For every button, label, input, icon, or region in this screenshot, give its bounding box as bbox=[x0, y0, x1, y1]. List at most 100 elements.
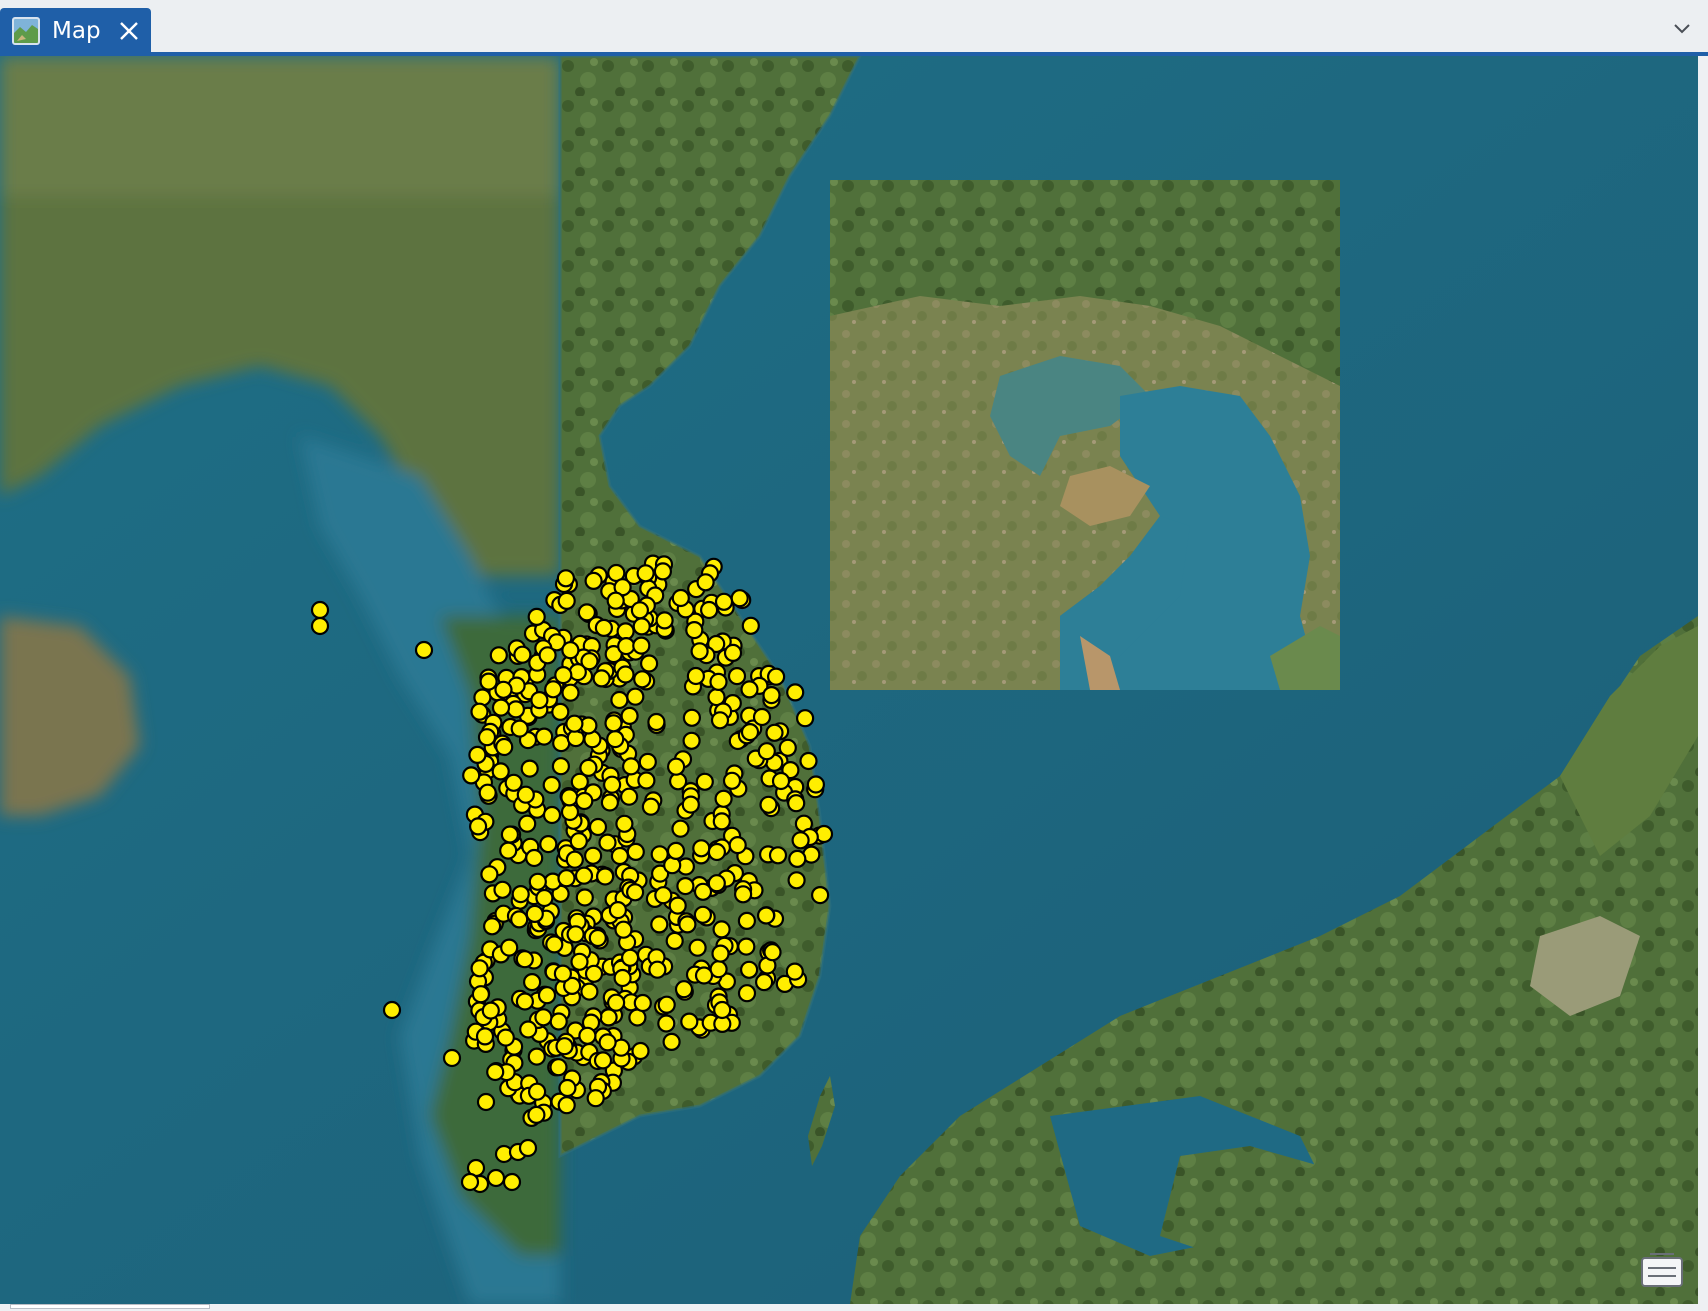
point-marker[interactable] bbox=[499, 841, 518, 860]
point-marker[interactable] bbox=[740, 680, 759, 699]
point-marker[interactable] bbox=[544, 680, 563, 699]
point-marker[interactable] bbox=[495, 737, 514, 757]
point-marker[interactable] bbox=[723, 643, 743, 663]
point-marker[interactable] bbox=[549, 1012, 568, 1031]
point-marker[interactable] bbox=[519, 1020, 538, 1039]
point-marker[interactable] bbox=[713, 1000, 732, 1020]
point-marker[interactable] bbox=[788, 849, 807, 869]
point-marker[interactable] bbox=[730, 589, 749, 608]
point-marker[interactable] bbox=[638, 752, 657, 772]
point-marker[interactable] bbox=[737, 911, 757, 931]
point-marker[interactable] bbox=[613, 968, 632, 988]
point-marker[interactable] bbox=[786, 683, 805, 702]
point-marker[interactable] bbox=[565, 714, 584, 733]
point-marker[interactable] bbox=[714, 789, 733, 808]
point-marker[interactable] bbox=[766, 667, 786, 686]
point-marker[interactable] bbox=[739, 960, 759, 979]
point-marker[interactable] bbox=[575, 888, 594, 907]
point-marker[interactable] bbox=[579, 758, 598, 778]
point-marker[interactable] bbox=[527, 1082, 547, 1101]
point-marker[interactable] bbox=[695, 772, 714, 791]
point-marker[interactable] bbox=[787, 794, 806, 813]
point-marker[interactable] bbox=[712, 812, 731, 831]
point-marker[interactable] bbox=[518, 814, 537, 833]
point-marker[interactable] bbox=[671, 588, 690, 608]
point-marker[interactable] bbox=[722, 771, 742, 790]
point-marker[interactable] bbox=[502, 1172, 522, 1192]
point-marker[interactable] bbox=[557, 1096, 576, 1115]
point-marker[interactable] bbox=[606, 729, 625, 749]
point-marker[interactable] bbox=[637, 771, 656, 790]
point-marker[interactable] bbox=[617, 636, 636, 656]
point-marker[interactable] bbox=[710, 711, 730, 730]
point-marker[interactable] bbox=[685, 620, 704, 640]
point-marker[interactable] bbox=[542, 805, 562, 825]
point-marker[interactable] bbox=[554, 665, 573, 685]
point-marker[interactable] bbox=[688, 938, 707, 957]
point-marker[interactable] bbox=[668, 896, 687, 915]
point-marker[interactable] bbox=[494, 680, 513, 699]
map-view[interactable] bbox=[0, 56, 1698, 1304]
point-marker[interactable] bbox=[610, 846, 630, 866]
point-marker[interactable] bbox=[382, 1000, 402, 1020]
point-marker[interactable] bbox=[620, 706, 639, 726]
point-marker[interactable] bbox=[506, 700, 526, 719]
point-marker[interactable] bbox=[692, 839, 711, 858]
point-marker[interactable] bbox=[765, 723, 784, 742]
point-marker[interactable] bbox=[442, 1048, 462, 1068]
point-marker[interactable] bbox=[539, 834, 558, 854]
point-marker[interactable] bbox=[754, 972, 774, 992]
point-marker[interactable] bbox=[535, 888, 554, 908]
point-marker[interactable] bbox=[696, 573, 715, 592]
point-marker[interactable] bbox=[632, 617, 651, 636]
point-marker[interactable] bbox=[654, 886, 673, 905]
point-marker[interactable] bbox=[549, 1058, 568, 1077]
point-marker[interactable] bbox=[762, 685, 781, 705]
horizontal-scroll-thumb[interactable] bbox=[10, 1304, 210, 1309]
point-marker[interactable] bbox=[310, 600, 330, 620]
point-marker[interactable] bbox=[545, 935, 564, 954]
point-marker[interactable] bbox=[527, 1105, 546, 1125]
point-marker[interactable] bbox=[515, 950, 534, 969]
point-marker[interactable] bbox=[682, 731, 701, 750]
point-marker[interactable] bbox=[557, 591, 576, 611]
point-marker[interactable] bbox=[486, 1168, 506, 1188]
point-marker[interactable] bbox=[527, 607, 546, 627]
point-marker[interactable] bbox=[555, 1037, 574, 1056]
point-marker[interactable] bbox=[510, 719, 529, 738]
point-marker[interactable] bbox=[516, 785, 535, 804]
basemap-gallery-icon[interactable] bbox=[1640, 1250, 1684, 1290]
point-marker[interactable] bbox=[686, 666, 706, 686]
tab-map[interactable]: Map bbox=[0, 8, 151, 54]
point-marker[interactable] bbox=[310, 616, 330, 636]
point-marker[interactable] bbox=[610, 690, 629, 710]
point-marker[interactable] bbox=[537, 986, 557, 1005]
point-marker[interactable] bbox=[674, 980, 694, 999]
point-marker[interactable] bbox=[681, 795, 700, 814]
point-marker[interactable] bbox=[626, 842, 645, 862]
point-marker[interactable] bbox=[528, 872, 547, 891]
point-marker[interactable] bbox=[759, 795, 778, 814]
point-marker[interactable] bbox=[771, 771, 791, 791]
point-marker[interactable] bbox=[615, 814, 634, 833]
point-marker[interactable] bbox=[500, 938, 519, 957]
point-marker[interactable] bbox=[631, 1041, 650, 1061]
point-marker[interactable] bbox=[580, 982, 599, 1001]
point-marker[interactable] bbox=[806, 775, 826, 794]
point-marker[interactable] bbox=[598, 1033, 617, 1052]
point-marker[interactable] bbox=[570, 952, 589, 971]
point-marker[interactable] bbox=[693, 905, 713, 924]
point-marker[interactable] bbox=[604, 714, 623, 733]
point-marker[interactable] bbox=[491, 762, 510, 781]
point-marker[interactable] bbox=[414, 640, 434, 660]
point-marker[interactable] bbox=[625, 883, 645, 902]
point-marker[interactable] bbox=[626, 687, 645, 706]
point-marker[interactable] bbox=[594, 618, 614, 638]
point-marker[interactable] bbox=[606, 591, 625, 610]
point-marker[interactable] bbox=[657, 1014, 676, 1033]
point-marker[interactable] bbox=[551, 757, 571, 776]
point-marker[interactable] bbox=[737, 984, 757, 1003]
point-marker[interactable] bbox=[470, 959, 489, 978]
point-marker[interactable] bbox=[693, 882, 713, 901]
point-marker[interactable] bbox=[785, 962, 804, 981]
